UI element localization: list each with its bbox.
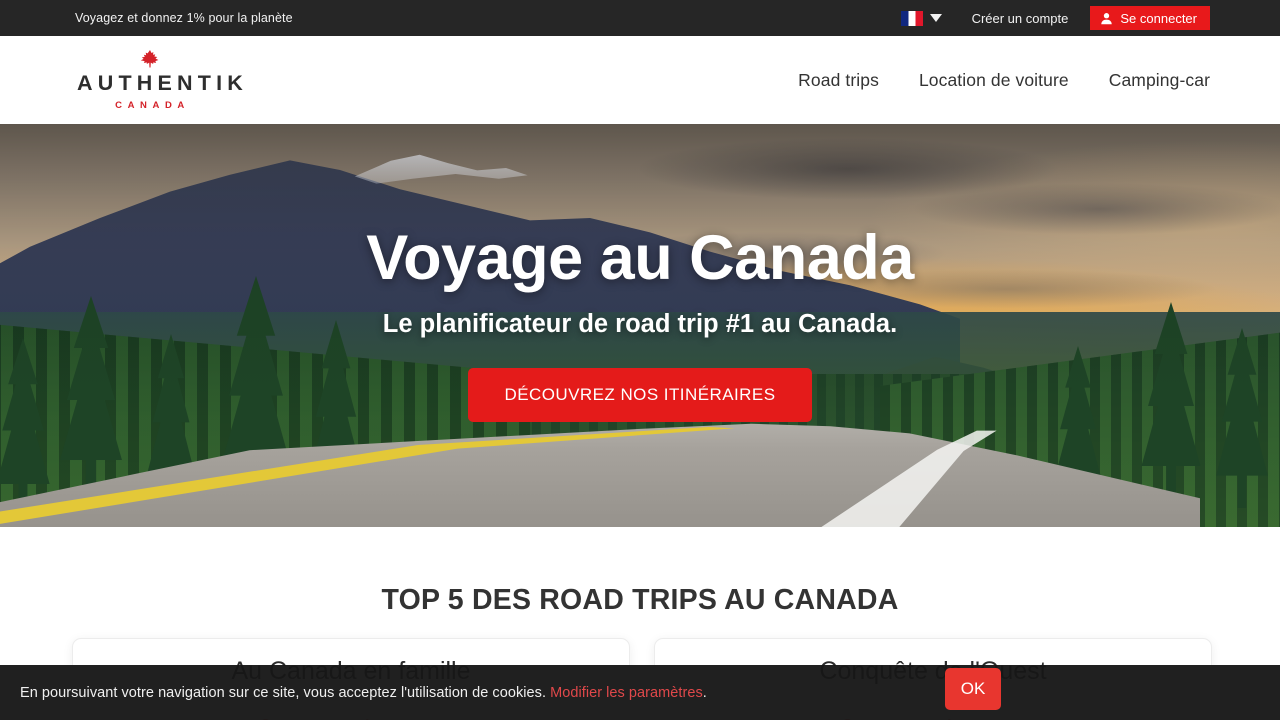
main-navigation: Road trips Location de voiture Camping-c… <box>798 70 1210 91</box>
logo[interactable]: AUTHENTIK CANADA <box>72 49 249 112</box>
cookie-ok-button[interactable]: OK <box>945 668 1001 710</box>
nav-item-road-trips[interactable]: Road trips <box>798 70 879 91</box>
logo-subtitle: CANADA <box>115 100 190 112</box>
language-selector[interactable] <box>900 10 942 26</box>
hero-subtitle: Le planificateur de road trip #1 au Cana… <box>382 310 898 338</box>
topbar-actions: Créer un compte Se connecter <box>900 0 1280 36</box>
hero-content: Voyage au Canada Le planificateur de roa… <box>0 124 1280 527</box>
cookie-message-period: . <box>702 684 707 701</box>
nav-item-location-de-voiture[interactable]: Location de voiture <box>919 70 1069 91</box>
discover-itineraries-button[interactable]: DÉCOUVREZ NOS ITINÉRAIRES <box>468 368 812 422</box>
eco-tagline: Voyagez et donnez 1% pour la planète <box>75 11 293 25</box>
cookie-message: En poursuivant votre navigation sur ce s… <box>20 685 707 701</box>
nav-item-camping-car[interactable]: Camping-car <box>1109 70 1210 91</box>
hero-title: Voyage au Canada <box>366 223 914 293</box>
logo-wordmark: AUTHENTIK <box>77 70 249 95</box>
top-utility-bar: Voyagez et donnez 1% pour la planète Cré… <box>0 0 1280 36</box>
login-button-label: Se connecter <box>1120 10 1197 26</box>
cookie-settings-link[interactable]: Modifier les paramètres <box>550 685 703 701</box>
maple-leaf-icon <box>140 49 158 68</box>
site-header: AUTHENTIK CANADA Road trips Location de … <box>0 36 1280 124</box>
user-icon <box>1101 12 1113 24</box>
create-account-link[interactable]: Créer un compte <box>972 11 1069 26</box>
page-root: Voyagez et donnez 1% pour la planète Cré… <box>0 0 1280 720</box>
french-flag-icon <box>900 10 923 26</box>
cookie-message-text: En poursuivant votre navigation sur ce s… <box>20 684 551 701</box>
login-button[interactable]: Se connecter <box>1090 6 1210 30</box>
chevron-down-icon <box>929 14 942 22</box>
cookie-consent-banner: En poursuivant votre navigation sur ce s… <box>0 665 1280 720</box>
section-title: TOP 5 DES ROAD TRIPS AU CANADA <box>381 584 899 616</box>
hero-banner: Voyage au Canada Le planificateur de roa… <box>0 124 1280 527</box>
